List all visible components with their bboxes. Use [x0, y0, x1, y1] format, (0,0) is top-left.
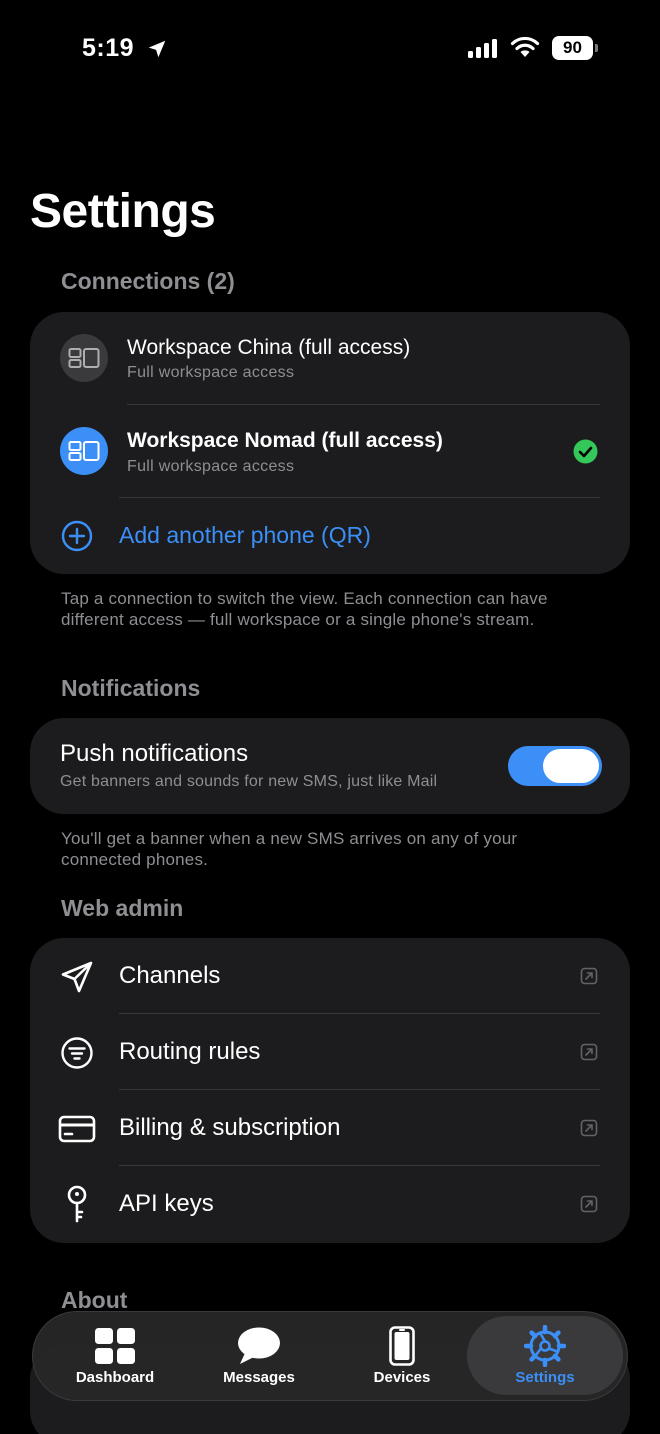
connections-footnote: Tap a connection to switch the view. Eac… — [61, 589, 548, 629]
connection-title: Workspace China (full access) — [127, 336, 411, 359]
grid-icon — [93, 1326, 137, 1366]
checkmark-icon — [573, 439, 598, 464]
notifications-footnote: You'll get a banner when a new SMS arriv… — [61, 829, 518, 869]
connection-row-nomad[interactable]: Workspace Nomad (full access) Full works… — [30, 405, 630, 497]
about-header: About — [61, 1287, 128, 1313]
connections-header: Connections (2) — [61, 268, 235, 294]
plus-circle-icon — [61, 520, 93, 552]
key-icon — [58, 1185, 96, 1224]
chat-bubble-icon — [237, 1326, 281, 1366]
push-notifications-card: Push notifications Get banners and sound… — [30, 718, 630, 814]
billing-label: Billing & subscription — [119, 1114, 341, 1141]
battery-icon: 90 — [552, 36, 598, 60]
tab-dashboard[interactable]: Dashboard — [45, 1312, 185, 1399]
status-time: 5:19 — [82, 34, 135, 62]
connection-row-china[interactable]: Workspace China (full access) Full works… — [30, 312, 630, 404]
credit-card-icon — [58, 1110, 96, 1148]
toggle-knob — [543, 749, 599, 783]
page-title: Settings — [30, 185, 216, 238]
external-link-icon — [580, 1119, 598, 1137]
routing-rules-row[interactable]: Routing rules — [30, 1014, 630, 1090]
wifi-icon — [510, 36, 540, 57]
tab-devices[interactable]: Devices — [332, 1312, 472, 1399]
filter-icon — [58, 1034, 96, 1072]
workspace-icon — [60, 427, 108, 475]
gear-icon — [523, 1325, 567, 1367]
tab-label: Dashboard — [75, 1369, 155, 1386]
paper-plane-icon — [58, 958, 96, 996]
web-admin-header: Web admin — [61, 895, 184, 921]
external-link-icon — [580, 1043, 598, 1061]
web-admin-card: Channels Routing rules Billing & subscri… — [30, 938, 630, 1243]
billing-row[interactable]: Billing & subscription — [30, 1090, 630, 1166]
tab-messages[interactable]: Messages — [189, 1312, 329, 1399]
external-link-icon — [580, 967, 598, 985]
workspace-icon — [60, 334, 108, 382]
connections-card: Workspace China (full access) Full works… — [30, 312, 630, 574]
routing-rules-label: Routing rules — [119, 1038, 261, 1065]
tab-label: Messages — [223, 1369, 295, 1386]
api-keys-label: API keys — [119, 1190, 214, 1217]
push-notifications-title: Push notifications — [60, 740, 249, 767]
location-arrow-icon — [148, 40, 166, 58]
battery-level: 90 — [552, 36, 593, 60]
api-keys-row[interactable]: API keys — [30, 1166, 630, 1242]
cellular-signal-icon — [468, 38, 497, 58]
connection-subtitle: Full workspace access — [127, 458, 295, 475]
tab-label: Devices — [373, 1369, 431, 1386]
connection-subtitle: Full workspace access — [127, 364, 295, 381]
channels-row[interactable]: Channels — [30, 938, 630, 1014]
notifications-header: Notifications — [61, 675, 201, 701]
connection-title: Workspace Nomad (full access) — [127, 429, 443, 452]
push-notifications-toggle[interactable] — [508, 746, 602, 786]
push-notifications-subtitle: Get banners and sounds for new SMS, just… — [60, 773, 438, 790]
tab-bar: Dashboard Messages Devices Settings — [32, 1311, 628, 1401]
external-link-icon — [580, 1195, 598, 1213]
tab-label: Settings — [515, 1369, 575, 1386]
add-phone-button[interactable]: Add another phone (QR) — [30, 498, 630, 574]
tab-settings[interactable]: Settings — [467, 1316, 623, 1395]
add-phone-label: Add another phone (QR) — [119, 522, 371, 548]
channels-label: Channels — [119, 962, 221, 989]
phone-icon — [380, 1326, 424, 1366]
status-bar: 5:19 90 — [0, 0, 660, 100]
